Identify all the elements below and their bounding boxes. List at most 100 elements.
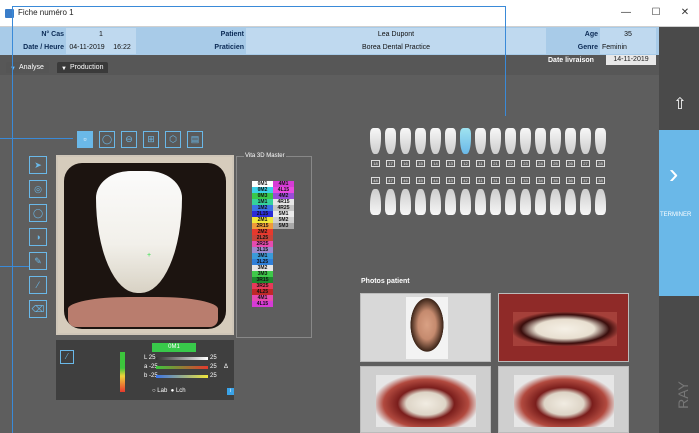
terminer-button[interactable]: › TERMINER [659, 130, 699, 296]
vita-shade-swatch[interactable]: 4L15 [252, 301, 273, 307]
lower-tooth-number[interactable]: 38 [596, 177, 605, 184]
lower-tooth-number[interactable]: 36 [566, 177, 575, 184]
lower-tooth-number[interactable]: 42 [461, 177, 470, 184]
lower-tooth-icon[interactable] [535, 189, 546, 215]
lower-tooth-number[interactable]: 35 [551, 177, 560, 184]
lower-tooth-icon[interactable] [475, 189, 486, 215]
maximize-button[interactable]: ☐ [646, 4, 666, 22]
lower-tooth-number[interactable]: 33 [521, 177, 530, 184]
upper-tooth-number[interactable]: 14 [431, 160, 440, 167]
tooth-photo[interactable]: + [56, 155, 234, 335]
upper-tooth-icon[interactable] [460, 128, 471, 154]
upper-tooth-icon[interactable] [385, 128, 396, 154]
vita-shade-swatch[interactable] [273, 301, 294, 307]
upper-tooth-number[interactable]: 28 [596, 160, 605, 167]
tooth-outline-tool-icon[interactable]: ◯ [29, 204, 47, 222]
lower-tooth-number[interactable]: 44 [431, 177, 440, 184]
upper-tooth-icon[interactable] [595, 128, 606, 154]
lower-tooth-number[interactable]: 41 [476, 177, 485, 184]
lower-tooth-number[interactable]: 47 [386, 177, 395, 184]
upper-tooth-icon[interactable] [415, 128, 426, 154]
age-value: 35 [600, 28, 656, 41]
lower-tooth-icon[interactable] [415, 189, 426, 215]
lower-tooth-number[interactable]: 37 [581, 177, 590, 184]
lower-tooth-icon[interactable] [400, 189, 411, 215]
upper-tooth-number[interactable]: 15 [416, 160, 425, 167]
lower-tooth-icon[interactable] [460, 189, 471, 215]
tooth-grid-button[interactable]: ⊞ [143, 131, 159, 148]
upper-tooth-number[interactable]: 25 [551, 160, 560, 167]
lower-tooth-icon[interactable] [550, 189, 561, 215]
tooth-split-horizontal-button[interactable]: ⊖ [121, 131, 137, 148]
upper-tooth-icon[interactable] [520, 128, 531, 154]
upper-tooth-number[interactable]: 21 [491, 160, 500, 167]
close-button[interactable]: ✕ [675, 4, 695, 22]
lower-tooth-icon[interactable] [520, 189, 531, 215]
lower-tooth-number[interactable]: 43 [446, 177, 455, 184]
contrast-tool-icon[interactable]: ◑ [29, 228, 47, 246]
lower-tooth-number[interactable]: 46 [401, 177, 410, 184]
lower-tooth-icon[interactable] [490, 189, 501, 215]
patient-photo-intraoral-1[interactable] [360, 366, 491, 433]
eraser-tool-icon[interactable]: ⌫ [29, 300, 47, 318]
patient-photos-title: Photos patient [361, 278, 410, 285]
upper-tooth-icon[interactable] [475, 128, 486, 154]
b-gradient [156, 375, 208, 378]
lower-tooth-icon[interactable] [565, 189, 576, 215]
info-icon[interactable]: i [227, 388, 234, 395]
upper-tooth-icon[interactable] [430, 128, 441, 154]
upper-tooth-number[interactable]: 17 [386, 160, 395, 167]
lower-tooth-icon[interactable] [595, 189, 606, 215]
upper-tooth-icon[interactable] [565, 128, 576, 154]
lower-tooth-number[interactable]: 45 [416, 177, 425, 184]
shade-map-button[interactable]: ▤ [187, 131, 203, 148]
upper-tooth-number[interactable]: 26 [566, 160, 575, 167]
upper-tooth-icon[interactable] [505, 128, 516, 154]
upper-tooth-number[interactable]: 27 [581, 160, 590, 167]
tab-production[interactable]: ▼ Production [57, 62, 109, 73]
color-mode-selector[interactable]: ○ Lab ● Lch [152, 388, 186, 394]
patient-photo-portrait[interactable] [360, 293, 491, 362]
upper-tooth-number[interactable]: 11 [476, 160, 485, 167]
patient-photo-smile[interactable] [498, 293, 629, 362]
upper-tooth-number[interactable]: 24 [536, 160, 545, 167]
lower-tooth-icon[interactable] [385, 189, 396, 215]
patient-photo-intraoral-2[interactable] [498, 366, 629, 433]
upload-icon[interactable]: ⇧ [672, 97, 688, 113]
upper-tooth-icon[interactable] [550, 128, 561, 154]
upper-tooth-icon[interactable] [445, 128, 456, 154]
upper-tooth-number[interactable]: 23 [521, 160, 530, 167]
tooth-3d-button[interactable]: ⬡ [165, 131, 181, 148]
date-time-label: Date / Heure [23, 44, 64, 51]
dental-chart: 18 48 17 47 16 46 15 45 14 44 13 43 12 42 11 41 21 31 22 32… [370, 124, 616, 220]
tooth-zone-tool-icon[interactable]: ◎ [29, 180, 47, 198]
lower-tooth-number[interactable]: 32 [506, 177, 515, 184]
upper-tooth-number[interactable]: 12 [461, 160, 470, 167]
upper-tooth-icon[interactable] [400, 128, 411, 154]
lower-tooth-number[interactable]: 31 [491, 177, 500, 184]
lower-tooth-number[interactable]: 34 [536, 177, 545, 184]
upper-tooth-icon[interactable] [490, 128, 501, 154]
delivery-date-value[interactable]: 14-11-2019 [606, 55, 656, 65]
upper-tooth-number[interactable]: 22 [506, 160, 515, 167]
upper-tooth-icon[interactable] [370, 128, 381, 154]
lower-tooth-icon[interactable] [445, 189, 456, 215]
eyedropper-icon[interactable]: ⁄ [60, 350, 74, 364]
pointer-tool-icon[interactable]: ➤ [29, 156, 47, 174]
lower-tooth-number[interactable]: 48 [371, 177, 380, 184]
upper-tooth-number[interactable]: 13 [446, 160, 455, 167]
lower-tooth-icon[interactable] [505, 189, 516, 215]
upper-tooth-icon[interactable] [580, 128, 591, 154]
upper-tooth-number[interactable]: 18 [371, 160, 380, 167]
upper-tooth-number[interactable]: 16 [401, 160, 410, 167]
single-tooth-view-button[interactable]: ▫ [77, 131, 93, 148]
minimize-button[interactable]: — [616, 4, 636, 22]
l-row: L 25 25 [144, 354, 234, 363]
lower-tooth-icon[interactable] [430, 189, 441, 215]
pen-tool-icon[interactable]: ✎ [29, 252, 47, 270]
eyedropper-tool-icon[interactable]: ⁄ [29, 276, 47, 294]
upper-tooth-icon[interactable] [535, 128, 546, 154]
lower-tooth-icon[interactable] [580, 189, 591, 215]
tooth-outline-button[interactable]: ◯ [99, 131, 115, 148]
lower-tooth-icon[interactable] [370, 189, 381, 215]
